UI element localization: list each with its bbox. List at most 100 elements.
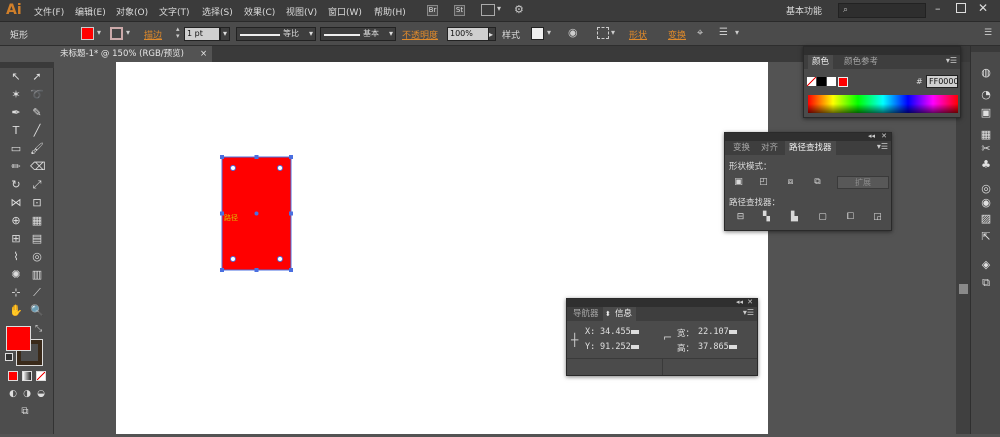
eyedropper-tool-icon[interactable]: ⌇ <box>9 250 23 264</box>
divide-icon[interactable]: ⊟ <box>735 212 746 223</box>
tab-color-guide[interactable]: 颜色参考 <box>840 55 882 69</box>
brushes-icon[interactable]: ▦ <box>979 128 993 142</box>
swap-fill-stroke-icon[interactable]: ⤡ <box>35 324 42 334</box>
slice-tool-icon[interactable]: ⟋ <box>30 286 44 300</box>
stepper-icon[interactable]: ▴ ▾ <box>176 26 180 40</box>
tab-transform[interactable]: 变换 <box>729 141 754 155</box>
transparency-icon[interactable]: ▨ <box>979 212 993 226</box>
align-dropdown-icon[interactable]: ▾ <box>611 28 615 37</box>
dock-grip[interactable] <box>971 46 1000 52</box>
tab-pathfinder[interactable]: 路径查找器 <box>785 141 836 155</box>
shape-builder-tool-icon[interactable]: ⊕ <box>9 214 23 228</box>
layers-icon[interactable]: ◈ <box>979 258 993 272</box>
minus-back-icon[interactable]: ◲ <box>872 212 883 223</box>
collapse-icon[interactable]: ◂◂ <box>736 298 743 306</box>
live-corner-widget[interactable] <box>230 165 236 171</box>
pen-tool-icon[interactable]: ✒ <box>9 106 23 120</box>
resize-handle[interactable] <box>289 268 293 272</box>
opacity-slider-arrow[interactable]: ▸ <box>488 27 496 41</box>
symbols-icon[interactable]: ♣ <box>979 158 993 172</box>
recolor-artwork-icon[interactable]: ◉ <box>568 26 578 39</box>
menu-type[interactable]: 文字(T) <box>159 5 190 18</box>
live-corner-widget[interactable] <box>277 165 283 171</box>
panel-title-bar[interactable] <box>804 47 960 55</box>
swatches-icon[interactable]: ▣ <box>979 106 993 120</box>
artboards-icon[interactable]: ⧉ <box>979 276 993 290</box>
panel-close-icon[interactable]: ✕ <box>747 298 753 306</box>
menu-select[interactable]: 选择(S) <box>202 5 233 18</box>
width-tool-icon[interactable]: ⋈ <box>9 196 23 210</box>
tab-close-icon[interactable]: × <box>200 46 207 62</box>
opacity-label[interactable]: 不透明度 <box>402 28 438 41</box>
bridge-button[interactable]: Br <box>427 5 438 16</box>
merge-icon[interactable]: ▙ <box>789 212 800 223</box>
stroke-dropdown-icon[interactable]: ▾ <box>126 28 130 37</box>
menu-file[interactable]: 文件(F) <box>34 5 64 18</box>
fill-color-swatch[interactable] <box>81 27 94 40</box>
scale-tool-icon[interactable]: ⤢ <box>30 178 44 192</box>
panel-title-bar[interactable] <box>725 133 891 141</box>
resize-handle[interactable] <box>220 155 224 159</box>
appearance-icon[interactable]: ◎ <box>979 182 993 196</box>
menu-help[interactable]: 帮助(H) <box>374 5 406 18</box>
fill-dropdown-icon[interactable]: ▾ <box>97 28 101 37</box>
resize-handle[interactable] <box>220 268 224 272</box>
variable-width-profile[interactable]: 等比 <box>236 27 316 41</box>
column-graph-tool-icon[interactable]: ▥ <box>30 268 44 282</box>
line-tool-icon[interactable]: ╱ <box>30 124 44 138</box>
exclude-icon[interactable]: ⧉ <box>812 177 823 188</box>
draw-inside-icon[interactable]: ◒ <box>34 387 48 401</box>
crop-icon[interactable]: ▢ <box>817 212 828 223</box>
resize-handle[interactable] <box>254 268 259 272</box>
align-icon[interactable] <box>597 27 609 39</box>
export-icon[interactable]: ⇱ <box>979 230 993 244</box>
search-input[interactable]: ⌕ <box>838 3 926 18</box>
trim-icon[interactable]: ▚ <box>761 212 772 223</box>
gpu-performance-icon[interactable]: ⚙ <box>514 3 524 16</box>
style-dropdown-icon[interactable]: ▾ <box>547 28 551 37</box>
resize-handle[interactable] <box>254 155 259 159</box>
panel-menu-icon[interactable]: ▾☰ <box>743 308 754 317</box>
tab-color[interactable]: 颜色 <box>808 55 834 69</box>
unite-icon[interactable]: ▣ <box>733 177 744 188</box>
more-options-icon[interactable]: ☰ <box>719 27 728 38</box>
free-transform-tool-icon[interactable]: ⊡ <box>30 196 44 210</box>
document-tab[interactable]: 未标题-1* @ 150% (RGB/预览) × <box>54 46 212 62</box>
color-guide-icon[interactable]: ◔ <box>979 88 993 102</box>
resize-handle[interactable] <box>289 211 293 216</box>
outline-icon[interactable]: ⧠ <box>845 212 856 223</box>
shape-label[interactable]: 形状 <box>629 28 647 41</box>
menu-effect[interactable]: 效果(C) <box>244 5 275 18</box>
minimize-icon[interactable]: – <box>935 2 941 15</box>
color-panel-icon[interactable]: ◍ <box>979 66 993 80</box>
panel-menu-icon[interactable]: ☰ <box>984 28 992 38</box>
color-panel-fill-swatch[interactable] <box>838 77 848 87</box>
brush-panel-icon[interactable]: ✂ <box>979 142 993 156</box>
lasso-tool-icon[interactable]: ➰ <box>30 88 44 102</box>
tab-align[interactable]: 对齐 <box>757 141 782 155</box>
resize-handle[interactable] <box>289 155 293 159</box>
intersect-icon[interactable]: ⧈ <box>785 177 796 188</box>
workspace-switcher[interactable]: 基本功能 <box>786 4 822 17</box>
panel-close-icon[interactable]: ✕ <box>881 132 887 140</box>
gradient-tool-icon[interactable]: ▤ <box>30 232 44 246</box>
artboard[interactable]: 路径 <box>116 62 768 434</box>
stroke-label[interactable]: 描边 <box>144 28 162 41</box>
minus-front-icon[interactable]: ◰ <box>758 177 769 188</box>
hand-tool-icon[interactable]: ✋ <box>9 304 23 318</box>
hex-input[interactable]: FF0000 <box>926 75 959 88</box>
toolbox-grip[interactable] <box>0 62 54 68</box>
panel-menu-icon[interactable]: ▾☰ <box>877 142 888 151</box>
perspective-grid-tool-icon[interactable]: ▦ <box>30 214 44 228</box>
stroke-color-swatch[interactable] <box>110 27 123 40</box>
stroke-weight-field[interactable]: 1 pt <box>184 27 220 41</box>
type-tool-icon[interactable]: T <box>9 124 23 138</box>
tab-navigator[interactable]: 导航器 <box>569 307 603 321</box>
mesh-tool-icon[interactable]: ⊞ <box>9 232 23 246</box>
artboard-tool-icon[interactable]: ⊹ <box>9 286 23 300</box>
tab-info[interactable]: ⬍ 信息 <box>603 307 637 321</box>
graphic-styles-icon[interactable]: ◉ <box>979 196 993 210</box>
draw-normal-icon[interactable]: ◐ <box>6 387 20 401</box>
toolbox-fill-swatch[interactable] <box>6 326 31 351</box>
selection-tool-icon[interactable]: ↖ <box>9 70 23 84</box>
